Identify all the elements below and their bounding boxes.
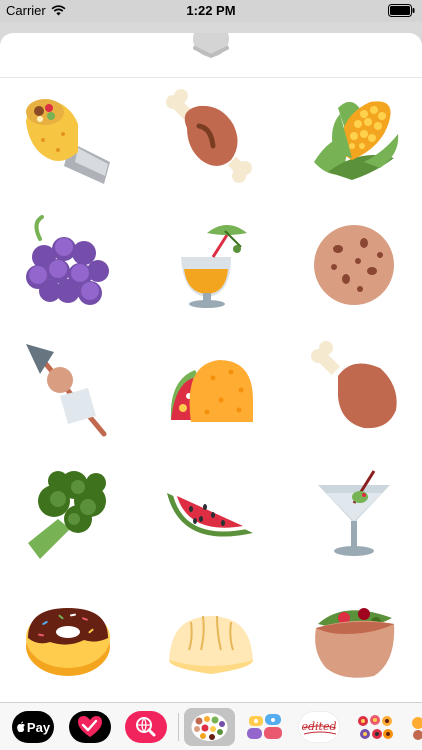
grapes-icon [26, 215, 109, 305]
tropical-drink-icon [181, 225, 247, 308]
oden-sticker[interactable] [18, 338, 118, 438]
strip-separator [178, 713, 179, 741]
taco-sticker[interactable] [161, 338, 261, 438]
ear-of-corn-sticker[interactable] [304, 88, 404, 188]
app-drawer: Pay edited [0, 702, 422, 750]
stuffed-flatbread-icon [315, 608, 395, 678]
search-app[interactable] [125, 711, 167, 743]
meat-on-bone-sticker[interactable] [161, 88, 261, 188]
watermelon-sticker[interactable] [161, 463, 261, 563]
burrito-sticker[interactable] [18, 88, 118, 188]
edited-label: edited [301, 720, 337, 733]
taco-icon [170, 360, 253, 422]
oden-icon [26, 344, 107, 437]
message-stickers-icon [247, 714, 282, 739]
doughnut-sticker[interactable] [18, 588, 118, 688]
message-stickers-app[interactable] [245, 711, 287, 743]
battery-icon [388, 4, 415, 17]
chevron-down-icon[interactable] [193, 45, 229, 59]
edited-stickers-app[interactable]: edited [298, 711, 340, 743]
burrito-icon [26, 99, 110, 184]
sticker-sheet: Pay edited [0, 33, 422, 750]
flower-icon [358, 715, 393, 739]
apple-logo-icon [17, 721, 25, 732]
sticker-grid [0, 78, 422, 702]
poultry-leg-sticker[interactable] [304, 338, 404, 438]
dumpling-icon [169, 615, 253, 674]
cookie-icon [314, 225, 394, 305]
tropical-drink-sticker[interactable] [161, 213, 261, 313]
watermelon-icon [167, 493, 253, 537]
heart-app[interactable] [69, 711, 111, 743]
heart-icon [78, 716, 102, 737]
cocktail-glass-icon [318, 470, 390, 556]
broccoli-sticker[interactable] [18, 463, 118, 563]
grapes-sticker[interactable] [18, 213, 118, 313]
apple-pay-label: Pay [26, 719, 51, 735]
broccoli-icon [28, 471, 106, 559]
poultry-leg-icon [311, 341, 397, 429]
partial-sticker-icon [412, 717, 422, 740]
stuffed-flatbread-sticker[interactable] [304, 588, 404, 688]
food-stickers-thumbnail-icon [191, 713, 228, 741]
food-stickers-app[interactable] [184, 708, 235, 746]
clock: 1:22 PM [186, 3, 236, 18]
status-bar: Carrier 1:22 PM [0, 0, 422, 22]
cocktail-glass-sticker[interactable] [304, 463, 404, 563]
dumpling-sticker[interactable] [161, 588, 261, 688]
meat-on-bone-icon [166, 89, 252, 183]
cookie-sticker[interactable] [304, 213, 404, 313]
status-right [388, 4, 415, 20]
doughnut-icon [26, 608, 110, 676]
apple-pay-app[interactable]: Pay [12, 711, 54, 743]
search-globe-icon [136, 717, 156, 737]
more-stickers-app[interactable] [408, 711, 422, 743]
corn-icon [314, 101, 399, 180]
flower-stickers-app[interactable] [355, 711, 395, 743]
